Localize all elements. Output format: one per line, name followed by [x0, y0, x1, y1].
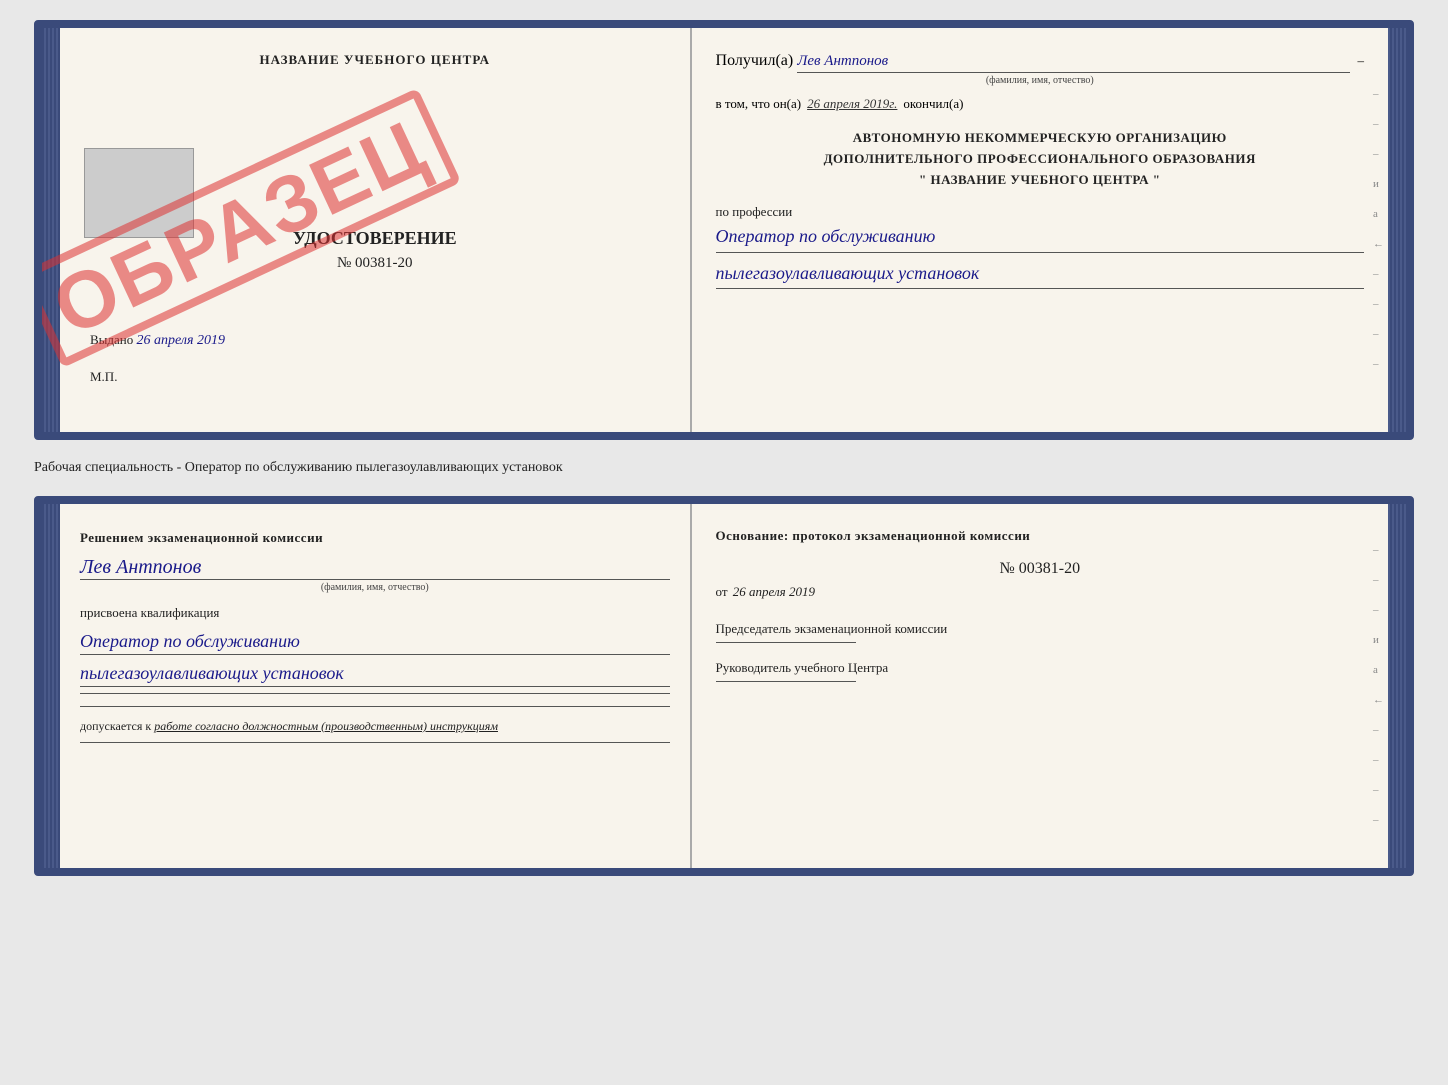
- cert-issued: Выдано 26 апреля 2019: [80, 332, 670, 349]
- org-block: АВТОНОМНУЮ НЕКОММЕРЧЕСКУЮ ОРГАНИЗАЦИЮ ДО…: [716, 128, 1364, 190]
- document-spine-right-bottom: [1388, 504, 1406, 868]
- in-that-date: 26 апреля 2019г.: [807, 96, 897, 112]
- director-label: Руководитель учебного Центра: [716, 659, 1364, 677]
- bottom-right-panel: Основание: протокол экзаменационной коми…: [692, 504, 1388, 868]
- separator-label: Рабочая специальность - Оператор по обсл…: [34, 460, 563, 475]
- profession-label: по профессии: [716, 204, 1364, 220]
- date-prefix: от: [716, 584, 728, 599]
- cert-mp: М.П.: [80, 369, 670, 385]
- profession-line2: пылегазоулавливающих установок: [716, 261, 1364, 289]
- received-label: Получил(а): [716, 52, 794, 70]
- resolution-name-sub: (фамилия, имя, отчество): [80, 582, 670, 593]
- qual-line2: пылегазоулавливающих установок: [80, 661, 670, 687]
- side-marks-top: – – – и а ← – – – –: [1373, 88, 1384, 370]
- blank-line-3: [80, 742, 670, 743]
- received-row: Получил(а) Лев Антпонов –: [716, 52, 1364, 73]
- in-that-label: в том, что он(а): [716, 96, 802, 112]
- cert-right-panel: Получил(а) Лев Антпонов – (фамилия, имя,…: [692, 28, 1388, 432]
- assigned-label: присвоена квалификация: [80, 605, 670, 621]
- document-spine-right-top: [1388, 28, 1406, 432]
- issued-date: 26 апреля 2019: [137, 333, 225, 348]
- resolution-name: Лев Антпонов: [80, 556, 670, 580]
- cert-left-panel: НАЗВАНИЕ УЧЕБНОГО ЦЕНТРА ОБРАЗЕЦ УДОСТОВ…: [60, 28, 692, 432]
- top-document: НАЗВАНИЕ УЧЕБНОГО ЦЕНТРА ОБРАЗЕЦ УДОСТОВ…: [34, 20, 1414, 440]
- document-spine-left: [42, 28, 60, 432]
- received-name: Лев Антпонов: [797, 53, 1349, 73]
- separator-text: Рабочая специальность - Оператор по обсл…: [34, 456, 1414, 480]
- received-sub: (фамилия, имя, отчество): [716, 75, 1364, 86]
- protocol-date-value: 26 апреля 2019: [733, 584, 815, 599]
- org-line2: ДОПОЛНИТЕЛЬНОГО ПРОФЕССИОНАЛЬНОГО ОБРАЗО…: [716, 149, 1364, 170]
- director-sig-line: [716, 681, 856, 682]
- admit-text: допускается к работе согласно должностны…: [80, 719, 670, 734]
- admit-value: работе согласно должностным (производств…: [154, 719, 498, 733]
- blank-line-1: [80, 693, 670, 694]
- org-line3: " НАЗВАНИЕ УЧЕБНОГО ЦЕНТРА ": [716, 170, 1364, 191]
- issued-label: Выдано: [90, 332, 133, 347]
- basis-label: Основание: протокол экзаменационной коми…: [716, 528, 1364, 544]
- cert-photo-placeholder: [84, 148, 194, 238]
- qual-line1: Оператор по обслуживанию: [80, 629, 670, 655]
- finished-label: окончил(а): [903, 96, 963, 112]
- in-that-row: в том, что он(а) 26 апреля 2019г. окончи…: [716, 96, 1364, 112]
- chairman-sig-line: [716, 642, 856, 643]
- blank-line-2: [80, 706, 670, 707]
- resolution-title: Решением экзаменационной комиссии: [80, 528, 670, 548]
- bottom-document: Решением экзаменационной комиссии Лев Ан…: [34, 496, 1414, 876]
- cert-number: № 00381-20: [80, 255, 670, 272]
- document-spine-left-bottom: [42, 504, 60, 868]
- dash1: –: [1358, 53, 1365, 69]
- protocol-date: от 26 апреля 2019: [716, 584, 1364, 600]
- side-marks-bottom: – – – и а ← – – – –: [1373, 544, 1384, 826]
- cert-center-title: НАЗВАНИЕ УЧЕБНОГО ЦЕНТРА: [80, 52, 670, 68]
- chairman-label: Председатель экзаменационной комиссии: [716, 620, 1364, 638]
- profession-line1: Оператор по обслуживанию: [716, 224, 1364, 252]
- admit-label: допускается к: [80, 719, 151, 733]
- org-line1: АВТОНОМНУЮ НЕКОММЕРЧЕСКУЮ ОРГАНИЗАЦИЮ: [716, 128, 1364, 149]
- protocol-number: № 00381-20: [716, 560, 1364, 578]
- bottom-left-panel: Решением экзаменационной комиссии Лев Ан…: [60, 504, 692, 868]
